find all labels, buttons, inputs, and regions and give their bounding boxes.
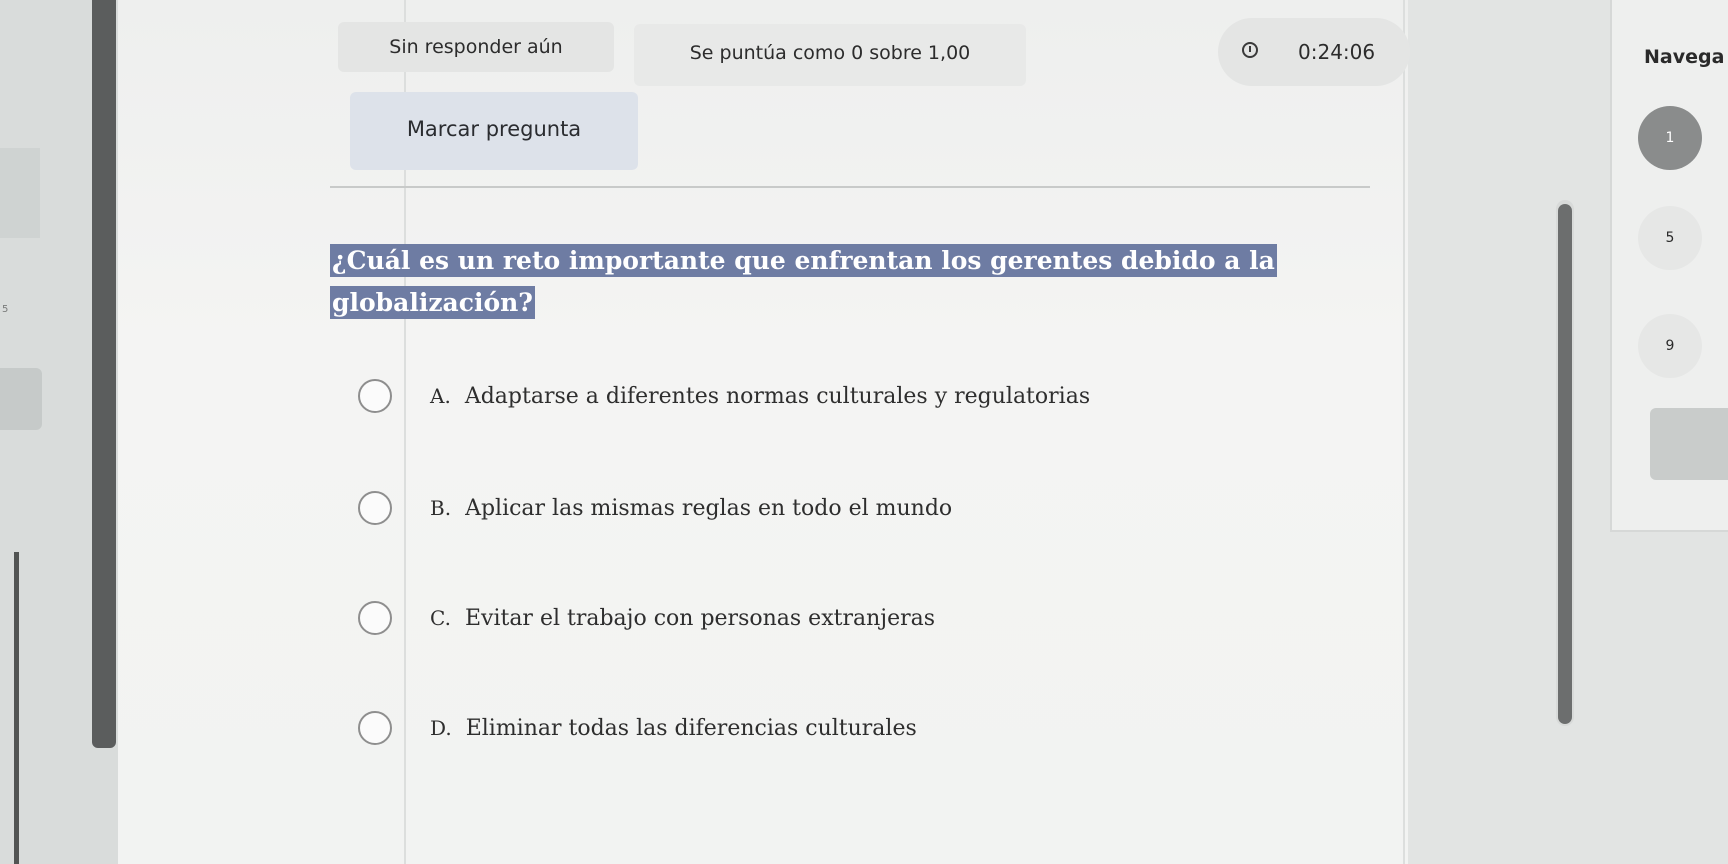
radio-button[interactable]: [358, 711, 392, 745]
quiz-page: 5 Sin responder aún Se puntúa como 0 sob…: [0, 0, 1728, 864]
option-text: Evitar el trabajo con personas extranjer…: [464, 605, 936, 631]
answer-option-c[interactable]: C. Evitar el trabajo con personas extran…: [358, 596, 935, 640]
answer-option-b[interactable]: B. Aplicar las mismas reglas en todo el …: [358, 486, 952, 530]
sidebar-digit: 5: [2, 304, 9, 315]
quiz-navigation: Navega 1 5 9: [1610, 0, 1728, 532]
answer-option-a[interactable]: A. Adaptarse a diferentes normas cultura…: [358, 374, 1090, 418]
option-letter: C.: [430, 606, 451, 630]
option-text: Eliminar todas las diferencias culturale…: [465, 715, 917, 741]
panel-border: [1403, 0, 1405, 864]
option-letter: A.: [430, 384, 451, 408]
scrollbar-thumb[interactable]: [1558, 204, 1572, 724]
answer-option-d[interactable]: D. Eliminar todas las diferencias cultur…: [358, 706, 917, 750]
sidebar-tab[interactable]: [0, 148, 40, 238]
option-letter: B.: [430, 496, 452, 520]
header-divider: [330, 186, 1370, 188]
radio-button[interactable]: [358, 491, 392, 525]
flag-question-button[interactable]: Marcar pregunta: [350, 92, 638, 170]
option-text: Adaptarse a diferentes normas culturales…: [464, 383, 1091, 409]
timer: 0:24:06: [1218, 18, 1410, 86]
score-badge: Se puntúa como 0 sobre 1,00: [634, 24, 1026, 86]
nav-question-5[interactable]: 5: [1638, 206, 1702, 270]
sidebar-tab[interactable]: [0, 368, 42, 430]
question-text-highlight: ¿Cuál es un reto importante que enfrenta…: [330, 244, 1277, 319]
nav-finish-box[interactable]: [1650, 408, 1728, 480]
navigation-title: Navega: [1644, 46, 1725, 68]
nav-question-9[interactable]: 9: [1638, 314, 1702, 378]
option-text: Aplicar las mismas reglas en todo el mun…: [465, 495, 953, 521]
radio-button[interactable]: [358, 601, 392, 635]
sidebar-divider: [14, 552, 19, 864]
option-letter: D.: [430, 716, 452, 740]
timer-value: 0:24:06: [1298, 40, 1376, 64]
status-badge: Sin responder aún: [338, 22, 614, 72]
radio-button[interactable]: [358, 379, 392, 413]
question-text: ¿Cuál es un reto importante que enfrenta…: [330, 240, 1330, 324]
clock-icon: [1242, 42, 1258, 58]
nav-question-1[interactable]: 1: [1638, 106, 1702, 170]
left-scrollbar[interactable]: [92, 0, 116, 748]
